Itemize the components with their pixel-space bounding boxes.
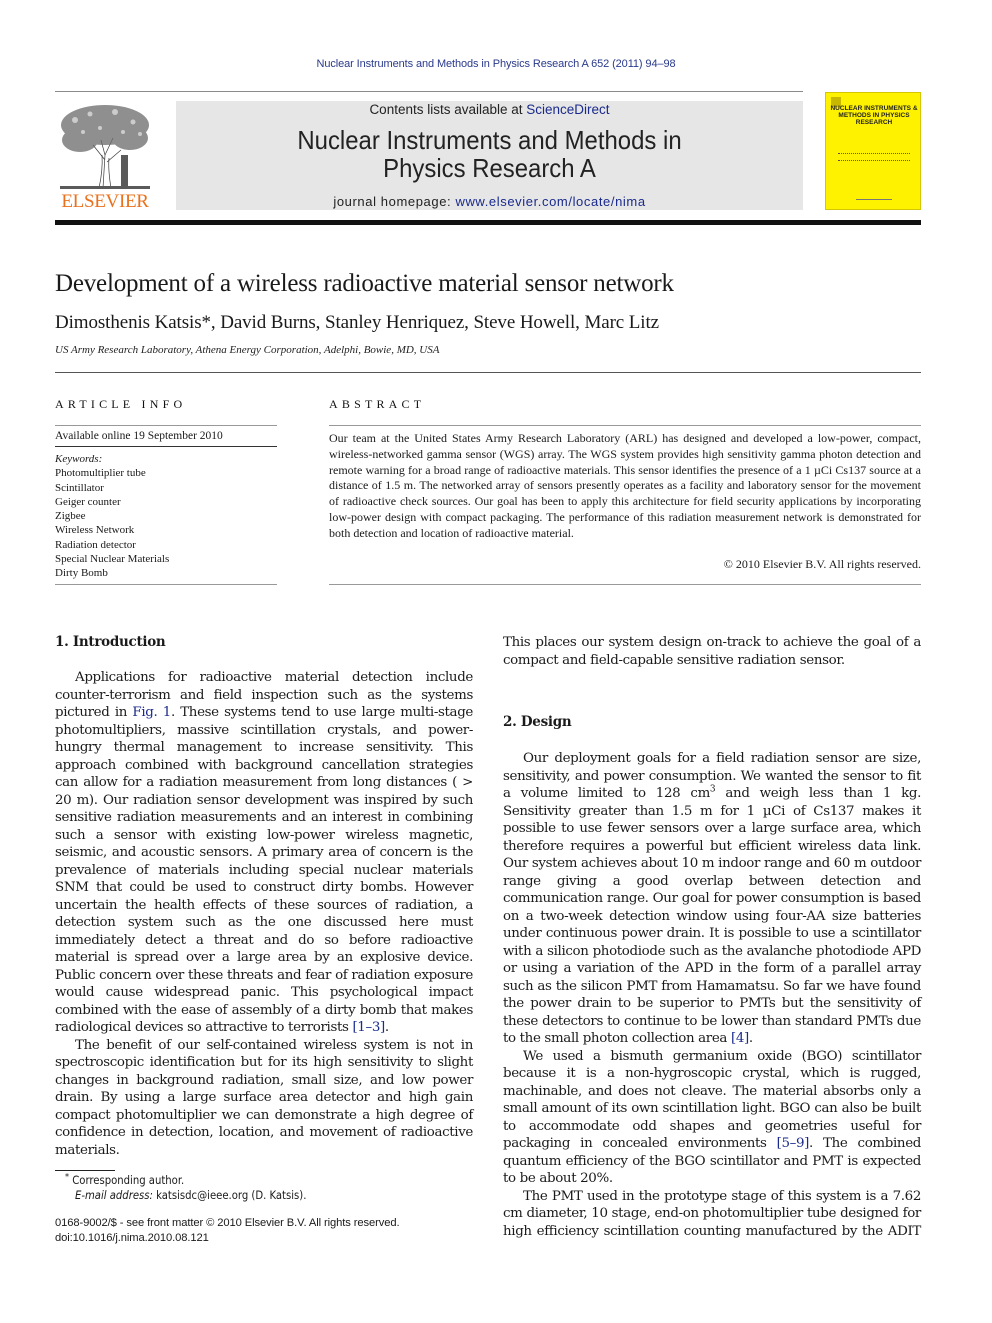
keyword-item: Wireless Network bbox=[55, 524, 135, 537]
keyword-item: Special Nuclear Materials bbox=[55, 553, 170, 566]
reference-1-3-link[interactable]: [1–3] bbox=[352, 1020, 385, 1035]
journal-homepage-link[interactable]: www.elsevier.com/locate/nima bbox=[455, 194, 645, 209]
keyword-item: Scintillator bbox=[55, 481, 104, 494]
section-heading-design: 2. Design bbox=[503, 714, 572, 730]
abstract-copyright: © 2010 Elsevier B.V. All rights reserved… bbox=[723, 557, 921, 571]
cover-footer-line bbox=[856, 199, 892, 200]
figure-1-link[interactable]: Fig. 1 bbox=[132, 705, 171, 720]
keyword-item: Radiation detector bbox=[55, 538, 136, 551]
journal-cover-thumbnail[interactable]: NUCLEAR INSTRUMENTS & METHODS IN PHYSICS… bbox=[825, 92, 921, 210]
masthead-heavy-rule bbox=[55, 220, 921, 225]
journal-title: Nuclear Instruments and Methods in Physi… bbox=[201, 126, 778, 182]
issn-copyright-line: 0168-9002/$ - see front matter © 2010 El… bbox=[55, 1217, 400, 1229]
email-label: E-mail address: bbox=[75, 1188, 153, 1202]
design-paragraph-3: The PMT used in the prototype stage of t… bbox=[503, 1188, 921, 1239]
title-block-rule bbox=[55, 372, 921, 373]
homepage-prefix: journal homepage: bbox=[333, 194, 456, 209]
design-paragraph-1: Our deployment goals for a field radiati… bbox=[503, 750, 921, 1048]
keyword-item: Geiger counter bbox=[55, 495, 121, 508]
elsevier-wordmark: ELSEVIER bbox=[61, 191, 149, 212]
keywords-label: Keywords: bbox=[55, 453, 103, 465]
abstract-rule-top bbox=[329, 425, 921, 426]
contents-prefix: Contents lists available at bbox=[369, 102, 527, 117]
section-heading-introduction: 1. Introduction bbox=[55, 634, 166, 650]
cover-title: NUCLEAR INSTRUMENTS & METHODS IN PHYSICS… bbox=[830, 105, 918, 126]
masthead-top-rule bbox=[55, 91, 803, 92]
article-info-heading: ARTICLE INFO bbox=[55, 397, 187, 411]
doi-link[interactable]: doi:10.1016/j.nima.2010.08.121 bbox=[55, 1231, 400, 1246]
author-email-link[interactable]: katsisdc@ieee.org bbox=[156, 1189, 248, 1202]
intro-paragraph-2: The benefit of our self-contained wirele… bbox=[55, 1037, 473, 1158]
email-suffix: (D. Katsis). bbox=[248, 1188, 307, 1202]
footnote-rule bbox=[55, 1170, 115, 1171]
footnote-corresponding-line: * Corresponding author. bbox=[55, 1172, 306, 1189]
journal-title-line1: Nuclear Instruments and Methods in bbox=[297, 125, 682, 155]
author-list: Dimosthenis Katsis*, David Burns, Stanle… bbox=[55, 312, 659, 333]
intro-paragraph-1: Applications for radioactive material de… bbox=[55, 669, 473, 1037]
design-p1-text-c: . bbox=[748, 1031, 753, 1046]
keyword-item: Zigbee bbox=[55, 510, 86, 523]
abstract-heading: ABSTRACT bbox=[329, 397, 426, 411]
footnote-marker: * bbox=[65, 1172, 70, 1183]
reference-4-link[interactable]: [4] bbox=[731, 1031, 749, 1046]
article-info-rule-mid bbox=[55, 446, 277, 447]
available-online-date: Available online 19 September 2010 bbox=[55, 430, 223, 442]
right-column-continuation: This places our system design on-track t… bbox=[503, 634, 921, 669]
front-matter-block: 0168-9002/$ - see front matter © 2010 El… bbox=[55, 1216, 400, 1245]
footnote-corresponding-text: Corresponding author. bbox=[72, 1174, 185, 1187]
journal-homepage-line: journal homepage: www.elsevier.com/locat… bbox=[176, 194, 803, 209]
reference-5-9-link[interactable]: [5–9] bbox=[777, 1136, 810, 1151]
article-title: Development of a wireless radioactive ma… bbox=[55, 270, 674, 297]
abstract-body: Our team at the United States Army Resea… bbox=[329, 431, 921, 540]
abstract-rule-bottom bbox=[329, 584, 921, 585]
intro-p1-text-b: . These systems tend to use large multi-… bbox=[55, 705, 473, 1035]
sciencedirect-link[interactable]: ScienceDirect bbox=[526, 102, 609, 117]
cover-subtitle-lines bbox=[838, 153, 910, 161]
journal-title-line2: Physics Research A bbox=[383, 153, 596, 183]
design-p1-text-b: and weigh less than 1 kg. Sensitivity gr… bbox=[503, 786, 921, 1046]
author-affiliation: US Army Research Laboratory, Athena Ener… bbox=[55, 344, 440, 356]
footnote-email-line: E-mail address: katsisdc@ieee.org (D. Ka… bbox=[55, 1189, 306, 1204]
keywords-list: Keywords: Photomultiplier tube Scintilla… bbox=[55, 452, 169, 581]
design-paragraph-2: We used a bismuth germanium oxide (BGO) … bbox=[503, 1048, 921, 1188]
article-info-rule-bottom bbox=[55, 584, 277, 585]
running-header-citation[interactable]: Nuclear Instruments and Methods in Physi… bbox=[0, 58, 992, 70]
keyword-item: Photomultiplier tube bbox=[55, 467, 146, 480]
intro-p1-text-c: . bbox=[384, 1020, 389, 1035]
article-info-rule-top bbox=[55, 425, 277, 426]
intro-paragraph-2-continued: This places our system design on-track t… bbox=[503, 635, 921, 668]
left-column-body: Applications for radioactive material de… bbox=[55, 669, 473, 1159]
contents-availability-line: Contents lists available at ScienceDirec… bbox=[176, 102, 803, 117]
right-column-body: Our deployment goals for a field radiati… bbox=[503, 750, 921, 1240]
corresponding-author-footnote: * Corresponding author. E-mail address: … bbox=[55, 1172, 306, 1204]
keyword-item: Dirty Bomb bbox=[55, 567, 108, 580]
